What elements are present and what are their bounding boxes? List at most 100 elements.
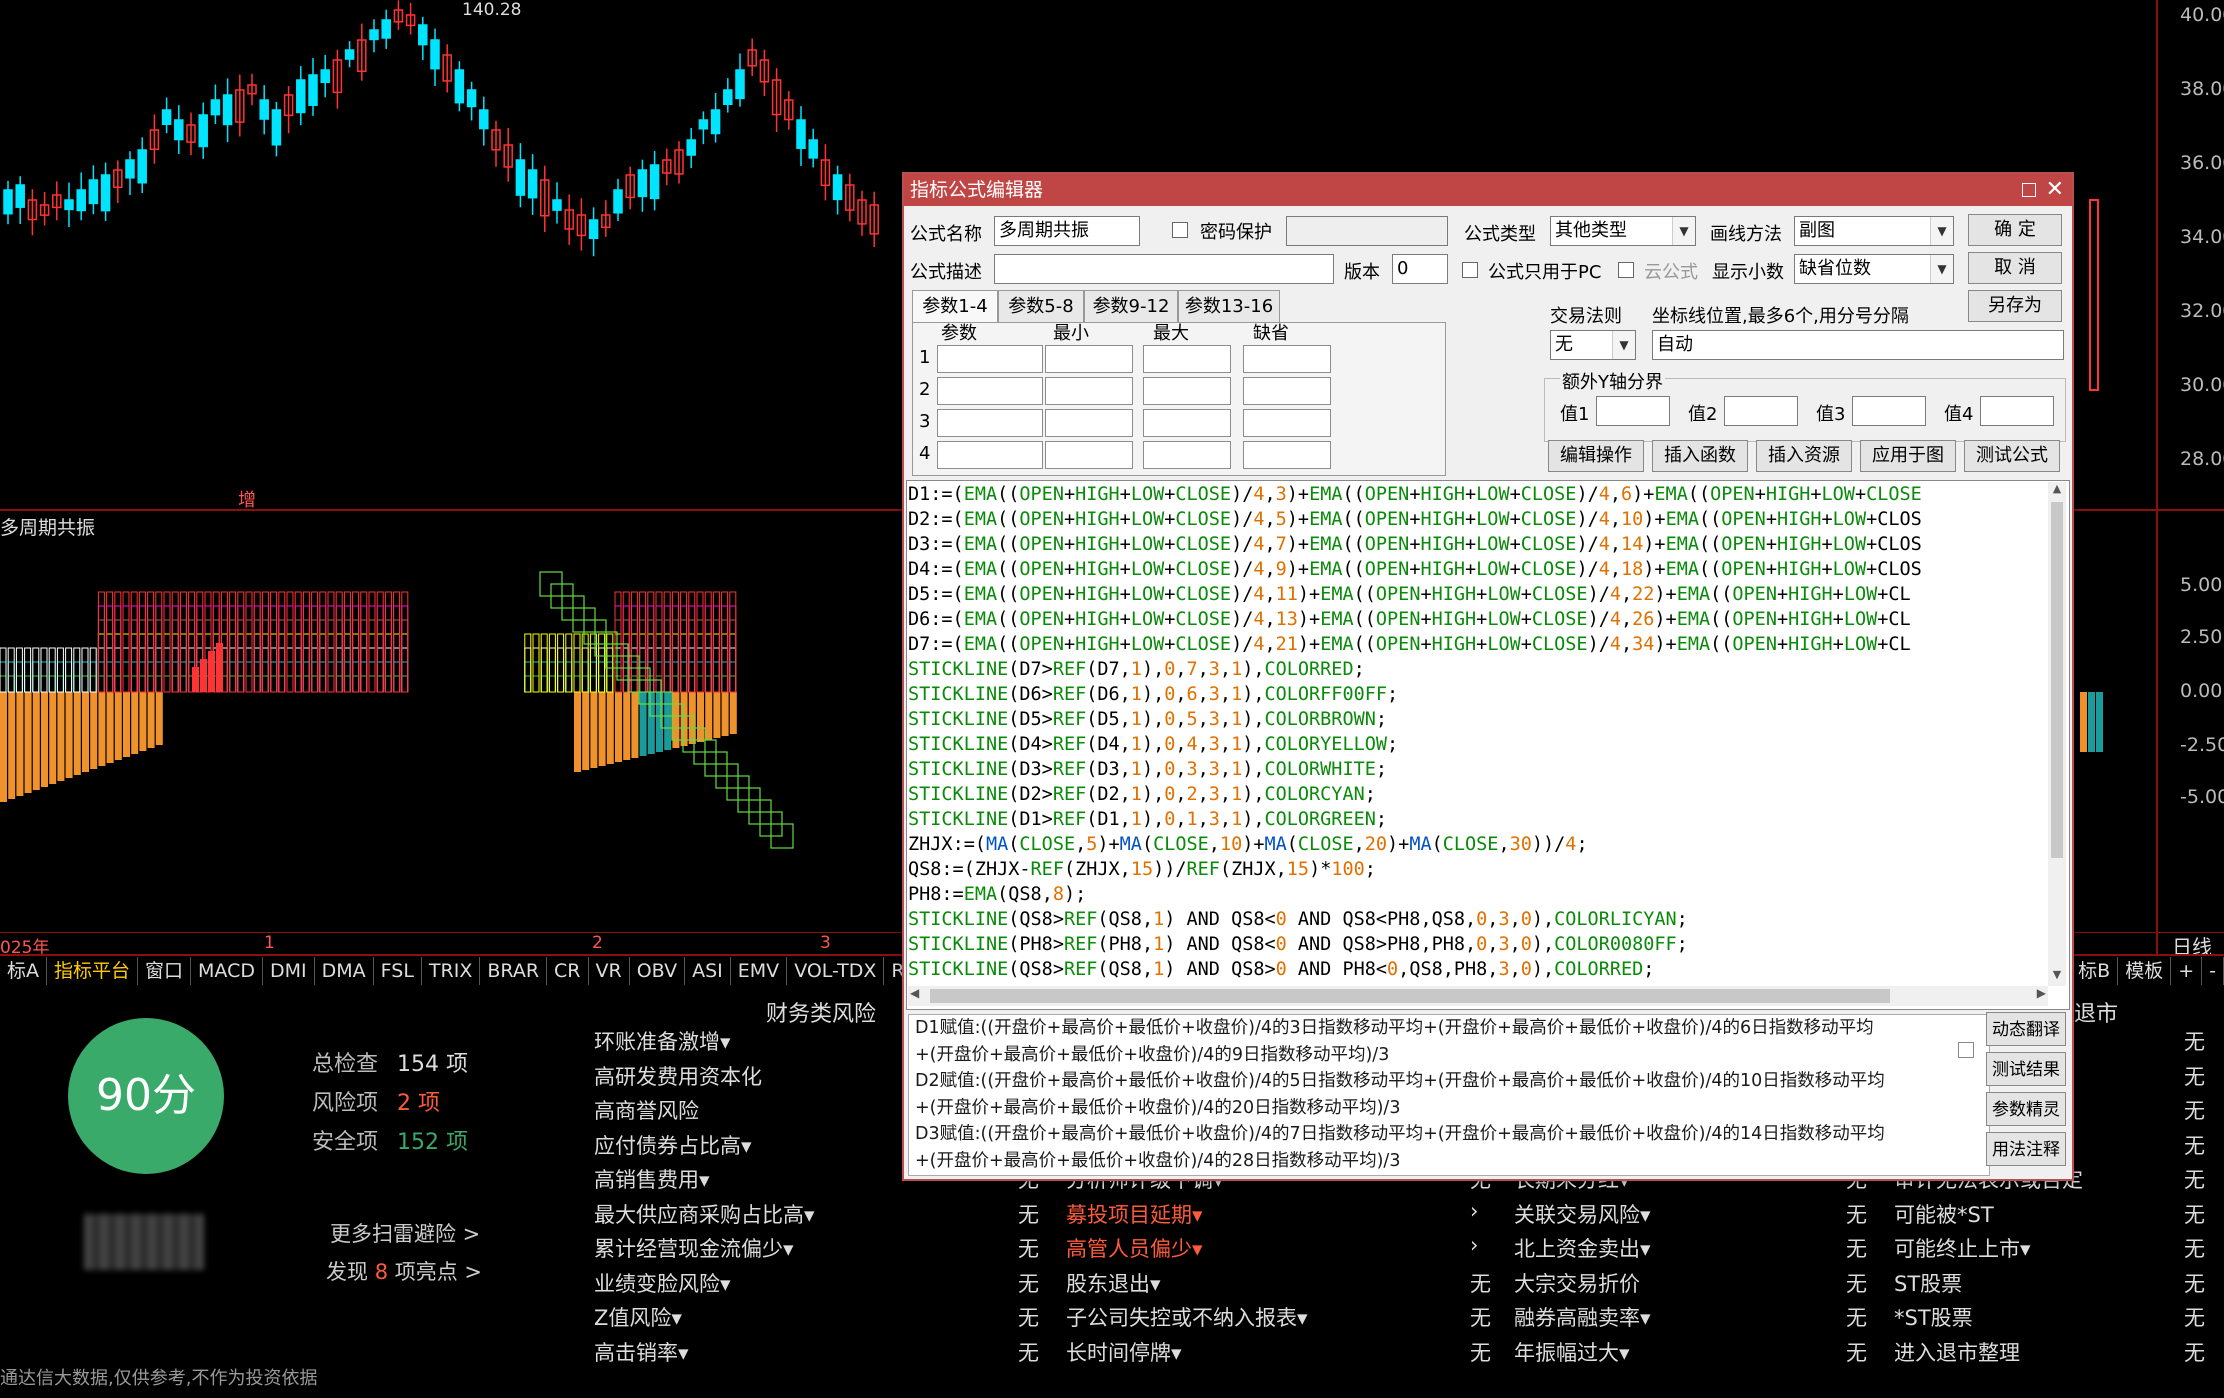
risk-item[interactable]: 融券高融卖率▾: [1514, 1302, 1651, 1332]
risk-item[interactable]: 年振幅过大▾: [1514, 1337, 1630, 1367]
trade-rule-select[interactable]: 无 ▼: [1550, 330, 1636, 360]
scroll-down-icon[interactable]: ▼: [2048, 968, 2066, 986]
action-button[interactable]: 编辑操作: [1548, 440, 1644, 472]
risk-item[interactable]: Z值风险▾: [594, 1302, 682, 1332]
risk-item[interactable]: 最大供应商采购占比高▾: [594, 1199, 815, 1229]
indicator-tab[interactable]: CR: [547, 957, 589, 985]
param-cell[interactable]: [1243, 345, 1331, 373]
risk-item[interactable]: 高管人员偏少▾: [1066, 1233, 1203, 1263]
param-cell[interactable]: [1143, 441, 1231, 469]
password-checkbox[interactable]: [1172, 222, 1188, 238]
risk-item[interactable]: 股东退出▾: [1066, 1268, 1161, 1298]
risk-item[interactable]: 高研发费用资本化: [594, 1061, 762, 1091]
param-cell[interactable]: [1045, 441, 1133, 469]
risk-item[interactable]: 关联交易风险▾: [1514, 1199, 1651, 1229]
cancel-button[interactable]: 取 消: [1968, 252, 2062, 284]
scroll-right-icon[interactable]: ▶: [2037, 986, 2046, 1000]
indicator-tab[interactable]: DMI: [263, 957, 315, 985]
ok-button[interactable]: 确 定: [1968, 214, 2062, 246]
param-cell[interactable]: [1143, 409, 1231, 437]
hscroll-thumb[interactable]: [930, 989, 1890, 1003]
pc-only-checkbox[interactable]: [1462, 262, 1478, 278]
y-value-input[interactable]: [1980, 396, 2054, 426]
draw-method-select[interactable]: 副图 ▼: [1794, 216, 1954, 246]
indicator-tab[interactable]: VR: [589, 957, 630, 985]
y-value-input[interactable]: [1852, 396, 1926, 426]
risk-item[interactable]: 可能终止上市▾: [1894, 1233, 2031, 1263]
code-hscrollbar[interactable]: ◀ ▶: [908, 986, 2048, 1006]
description-input[interactable]: [994, 254, 1334, 284]
indicator-tab[interactable]: 指标平台: [47, 957, 139, 985]
right-tab[interactable]: 标B: [2071, 957, 2119, 985]
risk-item[interactable]: 长时间停牌▾: [1066, 1337, 1182, 1367]
risk-item[interactable]: 进入退市整理: [1894, 1337, 2020, 1367]
version-input[interactable]: 0: [1392, 254, 1448, 284]
highlight-link[interactable]: 发现 8 项亮点 >: [326, 1256, 482, 1286]
formula-type-select[interactable]: 其他类型 ▼: [1550, 216, 1696, 246]
param-cell[interactable]: [1045, 345, 1133, 373]
vscroll-thumb[interactable]: [2051, 502, 2063, 858]
risk-item[interactable]: 子公司失控或不纳入报表▾: [1066, 1302, 1308, 1332]
password-input[interactable]: [1286, 216, 1448, 246]
decimals-select[interactable]: 缺省位数 ▼: [1794, 254, 1954, 284]
right-tab[interactable]: -: [2202, 957, 2224, 985]
side-button[interactable]: 用法注释: [1986, 1132, 2066, 1166]
save-as-button[interactable]: 另存为: [1968, 290, 2062, 322]
indicator-tab[interactable]: EMV: [731, 957, 788, 985]
side-button[interactable]: 参数精灵: [1986, 1092, 2066, 1126]
side-button[interactable]: 测试结果: [1986, 1052, 2066, 1086]
risk-item[interactable]: 应付债券占比高▾: [594, 1130, 752, 1160]
scroll-left-icon[interactable]: ◀: [910, 986, 919, 1000]
indicator-tab[interactable]: 标A: [0, 957, 47, 985]
code-vscrollbar[interactable]: ▲ ▼: [2048, 482, 2066, 986]
risk-item[interactable]: 高商誉风险: [594, 1095, 699, 1125]
indicator-tab[interactable]: VOL-TDX: [787, 957, 885, 985]
formula-name-input[interactable]: 多周期共振: [994, 216, 1140, 246]
desc-scroll-toggle[interactable]: [1958, 1042, 1974, 1058]
param-cell[interactable]: [1243, 441, 1331, 469]
more-scan-link[interactable]: 更多扫雷避险 >: [330, 1218, 480, 1248]
right-tab[interactable]: 模板: [2118, 957, 2172, 985]
param-cell[interactable]: [937, 345, 1043, 373]
coord-input[interactable]: 自动: [1652, 330, 2064, 360]
action-button[interactable]: 应用于图: [1860, 440, 1956, 472]
indicator-tab[interactable]: TRIX: [422, 957, 481, 985]
risk-item[interactable]: 可能被*ST: [1894, 1199, 1994, 1229]
y-value-input[interactable]: [1724, 396, 1798, 426]
cloud-checkbox[interactable]: [1618, 262, 1634, 278]
indicator-tab[interactable]: OBV: [630, 957, 686, 985]
param-cell[interactable]: [1045, 409, 1133, 437]
param-cell[interactable]: [1143, 377, 1231, 405]
maximize-icon[interactable]: [2022, 183, 2036, 197]
side-button[interactable]: 动态翻译: [1986, 1012, 2066, 1046]
param-cell[interactable]: [937, 441, 1043, 469]
risk-item[interactable]: ST股票: [1894, 1268, 1962, 1298]
indicator-tab[interactable]: ASI: [685, 957, 731, 985]
risk-item[interactable]: 大宗交易折价: [1514, 1268, 1640, 1298]
indicator-tab[interactable]: MACD: [191, 957, 263, 985]
code-editor[interactable]: D1:=(EMA((OPEN+HIGH+LOW+CLOSE)/4,3)+EMA(…: [908, 482, 2048, 984]
right-tab[interactable]: +: [2171, 957, 2203, 985]
indicator-tab[interactable]: 窗口: [138, 957, 192, 985]
param-cell[interactable]: [1045, 377, 1133, 405]
indicator-tab[interactable]: BRAR: [480, 957, 548, 985]
param-cell[interactable]: [1143, 345, 1231, 373]
risk-item[interactable]: 累计经营现金流偏少▾: [594, 1233, 794, 1263]
indicator-tab[interactable]: DMA: [315, 957, 374, 985]
scroll-up-icon[interactable]: ▲: [2048, 482, 2066, 500]
risk-item[interactable]: 业绩变脸风险▾: [594, 1268, 731, 1298]
action-button[interactable]: 插入资源: [1756, 440, 1852, 472]
indicator-tab[interactable]: FSL: [374, 957, 422, 985]
action-button[interactable]: 测试公式: [1964, 440, 2060, 472]
param-cell[interactable]: [1243, 409, 1331, 437]
y-value-input[interactable]: [1596, 396, 1670, 426]
param-cell[interactable]: [1243, 377, 1331, 405]
risk-item[interactable]: 高击销率▾: [594, 1337, 689, 1367]
risk-item[interactable]: 北上资金卖出▾: [1514, 1233, 1651, 1263]
dialog-title-bar[interactable]: 指标公式编辑器 ✕: [904, 174, 2072, 206]
param-cell[interactable]: [937, 409, 1043, 437]
risk-item[interactable]: 募投项目延期▾: [1066, 1199, 1203, 1229]
action-button[interactable]: 插入函数: [1652, 440, 1748, 472]
risk-item[interactable]: 高销售费用▾: [594, 1164, 710, 1194]
close-icon[interactable]: ✕: [2040, 174, 2064, 206]
